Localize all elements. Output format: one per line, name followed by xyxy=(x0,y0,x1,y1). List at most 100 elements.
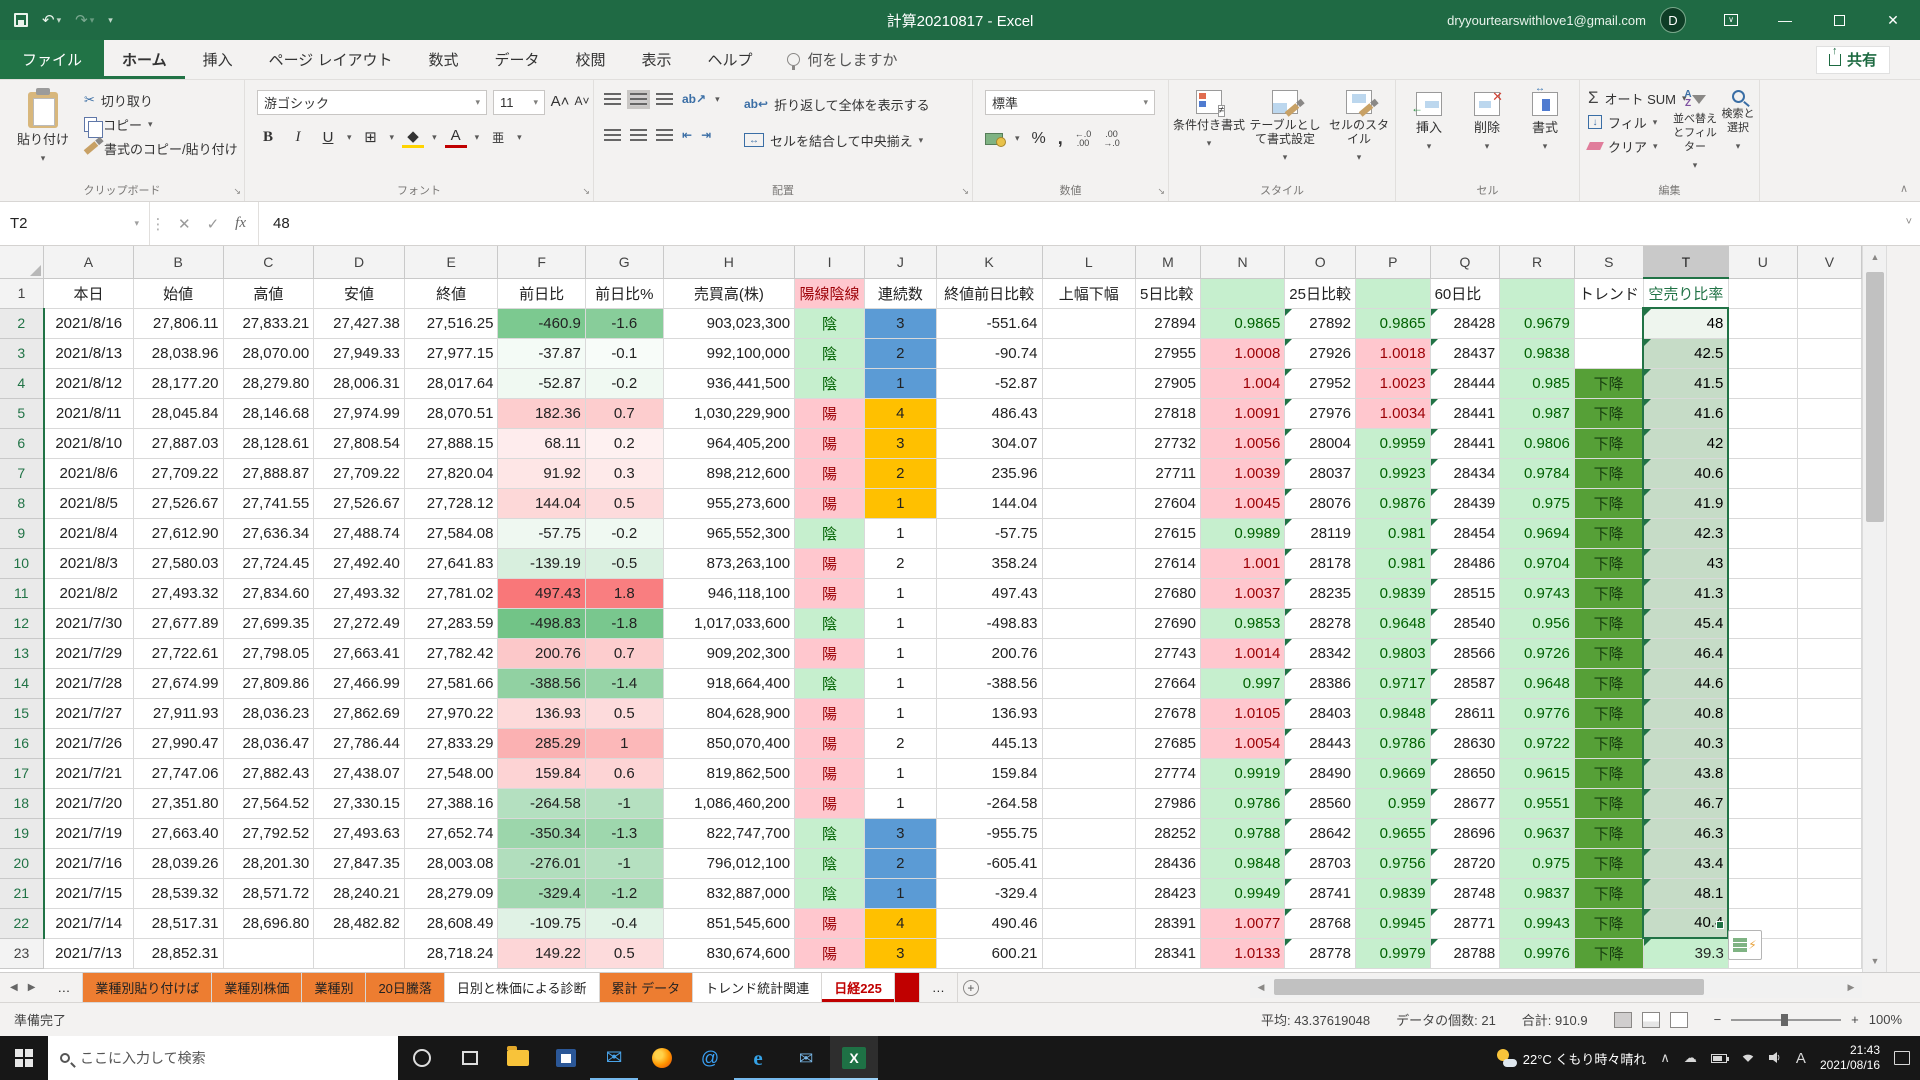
cell[interactable] xyxy=(1042,668,1135,698)
cell[interactable]: 28278 xyxy=(1285,608,1356,638)
cell[interactable]: 28677 xyxy=(1430,788,1500,818)
sheet-tab-トレンド統計関連[interactable]: トレンド統計関連 xyxy=(693,973,822,1002)
cell[interactable]: 0.9776 xyxy=(1500,698,1575,728)
undo-icon[interactable]: ↶ ▾ xyxy=(42,11,61,29)
row-header[interactable]: 18 xyxy=(0,788,44,818)
cell[interactable]: 上幅下幅 xyxy=(1042,278,1135,308)
cell[interactable]: 28,718.24 xyxy=(404,938,498,968)
cell[interactable] xyxy=(1355,278,1430,308)
cell[interactable]: 27615 xyxy=(1135,518,1200,548)
cell[interactable]: 159.84 xyxy=(498,758,585,788)
cell[interactable]: 1.0018 xyxy=(1355,338,1430,368)
cell[interactable]: 28076 xyxy=(1285,488,1356,518)
cell[interactable]: -388.56 xyxy=(936,668,1042,698)
cell[interactable]: 39.3 xyxy=(1643,938,1728,968)
sheet-tab-colored[interactable] xyxy=(895,973,920,1002)
cell[interactable]: 28741 xyxy=(1285,878,1356,908)
cell[interactable]: -57.75 xyxy=(498,518,585,548)
cell[interactable]: 0.9839 xyxy=(1355,878,1430,908)
cell[interactable]: 27,283.59 xyxy=(404,608,498,638)
scroll-left-icon[interactable]: ◀ xyxy=(1250,982,1272,993)
cell[interactable]: 43.8 xyxy=(1643,758,1728,788)
cell[interactable]: 高値 xyxy=(223,278,314,308)
cell[interactable]: 2021/8/12 xyxy=(44,368,134,398)
cell[interactable] xyxy=(1042,368,1135,398)
row-header[interactable]: 21 xyxy=(0,878,44,908)
cell[interactable]: -90.74 xyxy=(936,338,1042,368)
cell[interactable]: 27,493.63 xyxy=(314,818,405,848)
cell[interactable] xyxy=(1797,458,1861,488)
cell[interactable]: 27,492.40 xyxy=(314,548,405,578)
cell[interactable]: 2021/7/16 xyxy=(44,848,134,878)
cell[interactable]: 0.9655 xyxy=(1355,818,1430,848)
cell[interactable]: -1 xyxy=(585,848,663,878)
sheet-tab-20日騰落[interactable]: 20日騰落 xyxy=(366,973,444,1002)
cell[interactable]: 0.9788 xyxy=(1200,818,1284,848)
cell[interactable]: -460.9 xyxy=(498,308,585,338)
sheet-tab-業種別貼り付けば[interactable]: 業種別貼り付けば xyxy=(83,973,212,1002)
cell[interactable]: -37.87 xyxy=(498,338,585,368)
cell[interactable]: 2021/7/20 xyxy=(44,788,134,818)
cell[interactable]: 1.0014 xyxy=(1200,638,1284,668)
cell[interactable] xyxy=(1500,278,1575,308)
cancel-icon[interactable]: ✕ xyxy=(178,215,191,233)
cell[interactable]: 下降 xyxy=(1574,848,1643,878)
cell[interactable]: 陽 xyxy=(795,458,865,488)
tab-help[interactable]: ヘルプ xyxy=(690,40,771,79)
cell[interactable]: 陽 xyxy=(795,578,865,608)
cell[interactable]: 28696 xyxy=(1430,818,1500,848)
cell[interactable]: 陰 xyxy=(795,338,865,368)
cell[interactable]: 始値 xyxy=(133,278,223,308)
cell[interactable] xyxy=(314,938,405,968)
volume-icon[interactable] xyxy=(1769,1051,1782,1066)
cell[interactable]: 本日 xyxy=(44,278,134,308)
cell[interactable]: 2021/8/11 xyxy=(44,398,134,428)
cell[interactable]: 0.9876 xyxy=(1355,488,1430,518)
row-header[interactable]: 5 xyxy=(0,398,44,428)
cell[interactable]: 27955 xyxy=(1135,338,1200,368)
cell[interactable]: 0.5 xyxy=(585,488,663,518)
number-format-select[interactable]: 標準▾ xyxy=(985,90,1155,115)
comma-style-icon[interactable]: , xyxy=(1058,128,1063,149)
cell[interactable]: 2021/8/16 xyxy=(44,308,134,338)
cell[interactable] xyxy=(1042,578,1135,608)
cell[interactable] xyxy=(1574,338,1643,368)
cell[interactable]: 28560 xyxy=(1285,788,1356,818)
cell[interactable]: 1.0105 xyxy=(1200,698,1284,728)
cell[interactable]: 下降 xyxy=(1574,788,1643,818)
onedrive-cloud-icon[interactable]: ☁ xyxy=(1684,1050,1697,1066)
cell[interactable]: 1.0077 xyxy=(1200,908,1284,938)
orientation-icon[interactable]: ab↗ xyxy=(682,92,706,106)
increase-font-icon[interactable]: A˄ xyxy=(549,90,571,112)
cell[interactable]: 27,526.67 xyxy=(314,488,405,518)
cell[interactable]: 1 xyxy=(865,698,937,728)
cell[interactable]: 28768 xyxy=(1285,908,1356,938)
sheet-tab-累計 データ[interactable]: 累計 データ xyxy=(600,973,694,1002)
cell[interactable]: 0.9865 xyxy=(1200,308,1284,338)
cell[interactable]: 安値 xyxy=(314,278,405,308)
column-header-H[interactable]: H xyxy=(663,246,794,278)
cell[interactable]: 陰 xyxy=(795,518,865,548)
cell[interactable]: 陰 xyxy=(795,608,865,638)
taskbar-clock[interactable]: 21:43 2021/08/16 xyxy=(1820,1043,1880,1073)
row-header[interactable]: 12 xyxy=(0,608,44,638)
cell[interactable]: 27614 xyxy=(1135,548,1200,578)
column-header-M[interactable]: M xyxy=(1135,246,1200,278)
cell[interactable]: 下降 xyxy=(1574,608,1643,638)
cell[interactable]: -955.75 xyxy=(936,818,1042,848)
cell[interactable]: 41.6 xyxy=(1643,398,1728,428)
cell[interactable] xyxy=(1042,398,1135,428)
cell[interactable]: 0.9726 xyxy=(1500,638,1575,668)
cell[interactable]: 27,580.03 xyxy=(133,548,223,578)
row-header[interactable]: 6 xyxy=(0,428,44,458)
cell[interactable]: 40.8 xyxy=(1643,698,1728,728)
cell[interactable]: 832,887,000 xyxy=(663,878,794,908)
cell[interactable] xyxy=(1728,788,1797,818)
cell[interactable]: 0.9756 xyxy=(1355,848,1430,878)
cell[interactable]: 358.24 xyxy=(936,548,1042,578)
mail-button[interactable]: ✉ xyxy=(590,1036,638,1080)
cell[interactable]: 2 xyxy=(865,338,937,368)
page-break-view-icon[interactable] xyxy=(1670,1012,1688,1028)
cell[interactable]: 下降 xyxy=(1574,878,1643,908)
cell[interactable]: 27,808.54 xyxy=(314,428,405,458)
